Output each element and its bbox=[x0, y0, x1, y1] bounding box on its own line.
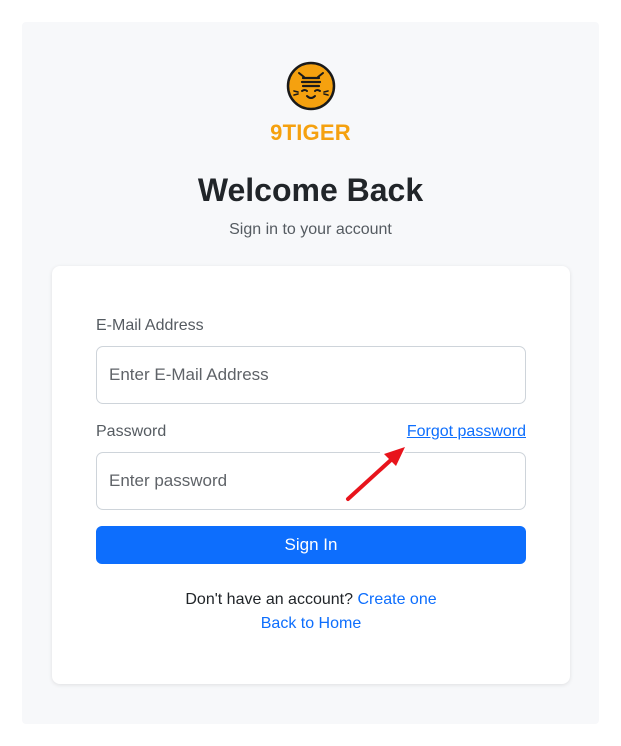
login-panel: 9TIGER Welcome Back Sign in to your acco… bbox=[22, 22, 599, 724]
password-label: Password bbox=[96, 423, 167, 440]
forgot-password-link[interactable]: Forgot password bbox=[407, 423, 526, 441]
brand-name: 9TIGER bbox=[270, 120, 351, 145]
signup-prompt: Don't have an account? Create one bbox=[52, 591, 570, 609]
email-label: E-Mail Address bbox=[96, 317, 204, 334]
create-account-link[interactable]: Create one bbox=[357, 591, 436, 608]
email-field[interactable] bbox=[96, 346, 526, 404]
red-arrow-icon bbox=[344, 445, 407, 503]
no-account-text: Don't have an account? bbox=[185, 591, 353, 608]
back-home-line: Back to Home bbox=[52, 615, 570, 633]
page-title: Welcome Back bbox=[197, 172, 424, 208]
signin-card: E-Mail Address Password Forgot password … bbox=[52, 266, 570, 684]
tiger-face-icon bbox=[286, 61, 336, 111]
back-to-home-link[interactable]: Back to Home bbox=[261, 615, 361, 632]
sign-in-button[interactable]: Sign In bbox=[96, 526, 526, 564]
password-field[interactable] bbox=[96, 452, 526, 510]
page-subtitle: Sign in to your account bbox=[229, 221, 392, 238]
